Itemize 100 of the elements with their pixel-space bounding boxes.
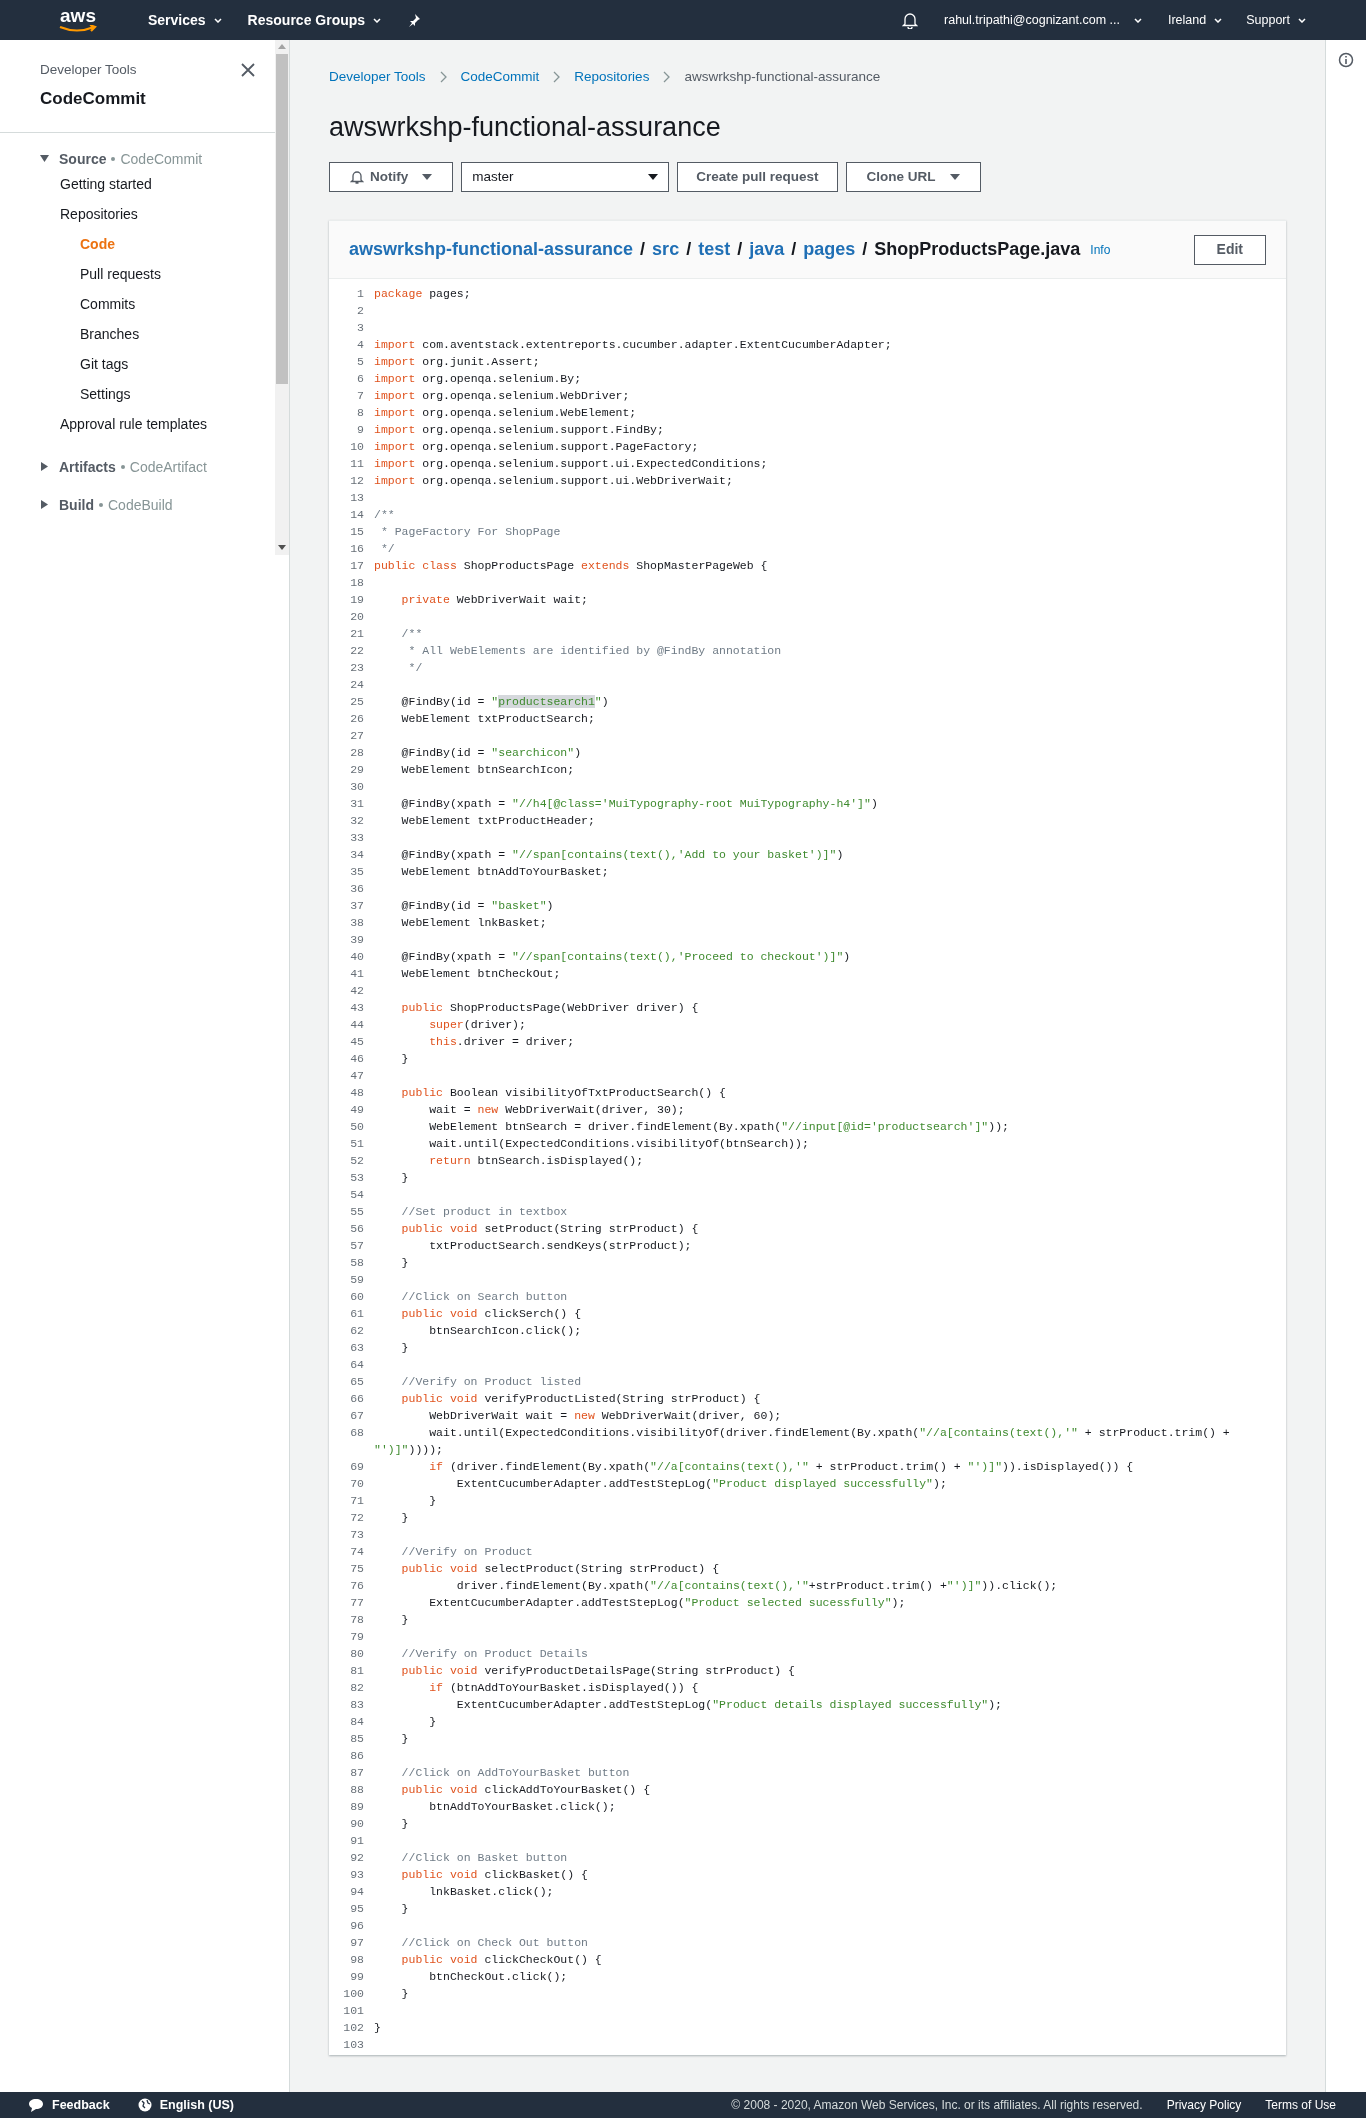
code-line: wait.until(ExpectedConditions.visibilityOf(driver.findElement(By.xpath("//a[contains(text(),'" + strProduct.trim() + "')]")))); — [374, 1425, 1231, 1458]
code-line: } — [400, 1986, 410, 2002]
line-number: 92 — [349, 1850, 365, 1866]
breadcrumb-current: awswrkshp-functional-assurance — [684, 67, 881, 86]
line-number: 60 — [349, 1289, 365, 1305]
section-service: CodeBuild — [108, 496, 173, 513]
code-line: //Verify on Product — [400, 1544, 534, 1560]
line-number: 56 — [349, 1221, 365, 1237]
code-line: ExtentCucumberAdapter.addTestStepLog("Product displayed successfully"); — [455, 1476, 948, 1492]
info-link[interactable]: Info — [1090, 240, 1111, 259]
code-line: //Click on Basket button — [400, 1850, 569, 1866]
line-number: 19 — [349, 592, 365, 608]
line-number: 11 — [349, 456, 365, 472]
path-link[interactable]: pages — [803, 236, 856, 263]
code-line: @FindBy(id = "basket") — [400, 898, 555, 914]
logo-text[interactable]: aws — [60, 6, 96, 25]
code-line: public void clickSerch() { — [400, 1306, 583, 1322]
path-separator: / — [686, 238, 692, 261]
line-number: 77 — [349, 1595, 365, 1611]
line-number: 27 — [349, 728, 365, 744]
code-line: public void clickBasket() { — [400, 1867, 589, 1883]
section-label: Artifacts — [59, 458, 116, 475]
code-line: WebElement lnkBasket; — [400, 915, 548, 931]
code-line: public void clickAddToYourBasket() { — [400, 1782, 652, 1798]
line-number: 22 — [349, 643, 365, 659]
path-link[interactable]: test — [698, 236, 731, 263]
nav-item[interactable]: Approval rule templates — [0, 408, 275, 439]
line-number: 7 — [356, 388, 365, 404]
clone-url-button[interactable]: Clone URL — [845, 162, 981, 192]
path-link[interactable]: src — [652, 236, 680, 263]
breadcrumb-link[interactable]: CodeCommit — [460, 66, 540, 88]
line-number: 24 — [349, 677, 365, 693]
line-number: 48 — [349, 1085, 365, 1101]
nav-item[interactable]: Git tags — [0, 348, 275, 379]
path-link[interactable]: java — [749, 236, 785, 263]
nav-item[interactable]: Settings — [0, 378, 275, 409]
line-number: 95 — [349, 1901, 365, 1917]
nav-section[interactable]: Artifacts CodeArtifact — [0, 456, 275, 477]
line-number: 20 — [349, 609, 365, 625]
line-number: 72 — [349, 1510, 365, 1526]
footer-link[interactable]: Terms of Use — [1265, 2096, 1336, 2114]
line-number: 74 — [349, 1544, 365, 1560]
code-line: import org.openqa.selenium.support.ui.WebDriverWait; — [374, 473, 734, 489]
create-pull-request-button[interactable]: Create pull request — [677, 162, 838, 192]
line-number: 42 — [349, 983, 365, 999]
line-number: 85 — [349, 1731, 365, 1747]
nav-section[interactable]: Source CodeCommit — [0, 148, 275, 169]
code-line: package pages; — [374, 286, 472, 302]
line-number: 3 — [356, 320, 365, 336]
code-line: btnSearchIcon.click(); — [428, 1323, 583, 1339]
line-number: 25 — [349, 694, 365, 710]
nav-item[interactable]: Repositories — [0, 198, 275, 229]
breadcrumb-link[interactable]: Repositories — [574, 66, 650, 88]
code-line: //Click on Search button — [400, 1289, 569, 1305]
line-number: 99 — [349, 1969, 365, 1985]
line-number: 15 — [349, 524, 365, 540]
path-link[interactable]: awswrkshp-functional-assurance — [349, 236, 634, 263]
line-number: 55 — [349, 1204, 365, 1220]
line-number: 65 — [349, 1374, 365, 1390]
code-line: } — [400, 1255, 410, 1271]
code-line: */ — [379, 541, 396, 557]
line-number: 90 — [349, 1816, 365, 1832]
support-menu[interactable]: Support — [1246, 10, 1306, 30]
line-number: 67 — [349, 1408, 365, 1424]
nav-menu[interactable]: Resource Groups — [247, 9, 382, 31]
code-line: } — [400, 1731, 410, 1747]
line-number: 14 — [349, 507, 365, 523]
breadcrumb-link[interactable]: Developer Tools — [329, 66, 426, 88]
nav-menu[interactable]: Services — [148, 9, 222, 31]
feedback-button[interactable]: Feedback — [28, 2095, 110, 2115]
line-number: 37 — [349, 898, 365, 914]
code-line: } — [400, 1612, 410, 1628]
line-number: 69 — [349, 1459, 365, 1475]
line-number: 30 — [349, 779, 365, 795]
edit-button[interactable]: Edit — [1193, 234, 1266, 265]
section-service: CodeCommit — [120, 150, 203, 167]
account-menu[interactable]: rahul.tripathi@cognizant.com ... — [944, 10, 1142, 30]
nav-section[interactable]: Build CodeBuild — [0, 494, 275, 515]
page-title: awswrkshp-functional-assurance — [329, 111, 722, 144]
region-menu[interactable]: Ireland — [1168, 10, 1223, 30]
nav-item[interactable]: Pull requests — [0, 258, 275, 289]
code-line: * PageFactory For ShopPage — [379, 524, 562, 540]
line-number: 39 — [349, 932, 365, 948]
line-number: 45 — [349, 1034, 365, 1050]
branch-select[interactable]: master — [461, 162, 670, 192]
line-number: 23 — [349, 660, 365, 676]
code-line: wait.until(ExpectedConditions.visibilityOf(btnSearch)); — [428, 1136, 810, 1152]
notify-button[interactable]: Notify — [329, 162, 454, 192]
footer-link[interactable]: Privacy Policy — [1166, 2096, 1242, 2114]
language-button[interactable]: English (US) — [137, 2095, 234, 2115]
line-number: 79 — [349, 1629, 365, 1645]
nav-item[interactable]: Commits — [0, 288, 275, 319]
code-line: */ — [407, 660, 424, 676]
line-number: 1 — [356, 286, 365, 302]
code-line: } — [400, 1901, 410, 1917]
line-number: 100 — [342, 1986, 365, 2002]
line-number: 2 — [356, 303, 365, 319]
nav-item[interactable]: Branches — [0, 318, 275, 349]
nav-item[interactable]: Getting started — [0, 168, 275, 199]
code-line: public void verifyProductListed(String strProduct) { — [400, 1391, 762, 1407]
